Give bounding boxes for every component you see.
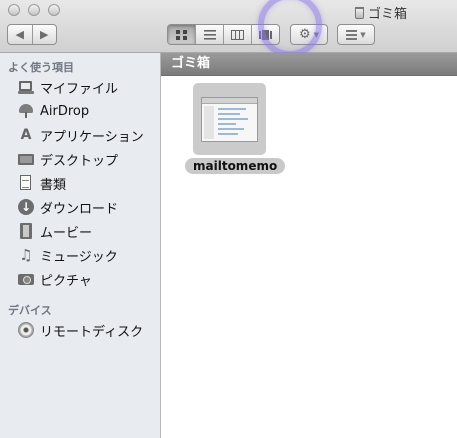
- window-toolbar: ゴミ箱 ◀ ▶ ⚙ ▼ ▼: [0, 0, 457, 57]
- close-window-button[interactable]: [8, 4, 20, 16]
- sidebar-item-desktop[interactable]: デスクトップ: [18, 148, 118, 170]
- movies-icon: [18, 223, 34, 239]
- applications-icon: A: [20, 127, 32, 143]
- sidebar-item-label: ムービー: [40, 225, 93, 241]
- airdrop-icon: [18, 103, 34, 119]
- arrange-menu-face: ▼: [338, 25, 374, 44]
- file-selection-highlight: [192, 83, 266, 155]
- file-browser-pane: ゴミ箱 mailtomemo: [161, 53, 457, 438]
- sidebar-item-label: 書類: [40, 177, 67, 193]
- click-highlight-indicator: [258, 0, 322, 57]
- sidebar-item-my-files[interactable]: マイファイル: [18, 76, 118, 98]
- documents-icon: [18, 175, 34, 191]
- file-thumbnail: [200, 96, 258, 142]
- folder-title-bar: ゴミ箱: [161, 53, 457, 76]
- columns-icon: [231, 29, 244, 40]
- back-arrow-icon: ◀: [15, 28, 24, 41]
- desktop-icon: [18, 151, 34, 167]
- trash-icon: [355, 6, 364, 19]
- list-icon: [203, 29, 216, 40]
- forward-arrow-icon: ▶: [40, 28, 49, 41]
- devices-header: デバイス: [8, 304, 52, 317]
- sidebar-item-remote-disc[interactable]: リモートディスク: [18, 319, 143, 341]
- sidebar-item-label: リモートディスク: [40, 324, 144, 340]
- column-view-button[interactable]: [223, 25, 251, 44]
- favorites-header: よく使う項目: [8, 61, 74, 74]
- list-view-button[interactable]: [195, 25, 223, 44]
- arrange-grid-icon: [346, 29, 358, 40]
- chevron-down-icon: ▼: [360, 30, 366, 39]
- zoom-window-button[interactable]: [48, 4, 60, 16]
- sidebar-item-label: マイファイル: [40, 81, 119, 97]
- sidebar-item-label: ミュージック: [40, 249, 118, 265]
- minimize-window-button[interactable]: [28, 4, 40, 16]
- sidebar-item-label: デスクトップ: [40, 153, 119, 169]
- sidebar-item-movies[interactable]: ムービー: [18, 220, 92, 242]
- sidebar-item-label: AirDrop: [40, 103, 90, 119]
- sidebar: よく使う項目 マイファイル AirDrop A アプリケーション デスクトップ …: [0, 53, 161, 438]
- sidebar-item-label: アプリケーション: [40, 129, 144, 145]
- sidebar-item-music[interactable]: ♫ ミュージック: [18, 244, 118, 266]
- sidebar-item-label: ピクチャ: [40, 273, 92, 289]
- sidebar-item-label: ダウンロード: [40, 201, 119, 217]
- sidebar-item-downloads[interactable]: ダウンロード: [18, 196, 118, 218]
- icon-grid-icon: [175, 29, 187, 40]
- remote-disc-icon: [18, 322, 34, 338]
- pictures-icon: [18, 271, 34, 287]
- sidebar-item-airdrop[interactable]: AirDrop: [18, 100, 89, 122]
- sidebar-item-applications[interactable]: A アプリケーション: [18, 124, 144, 146]
- forward-button[interactable]: ▶: [31, 25, 57, 44]
- arrange-menu-button[interactable]: ▼: [337, 24, 375, 45]
- icon-view-button[interactable]: [168, 25, 195, 44]
- window-title-text: ゴミ箱: [368, 7, 408, 22]
- back-button[interactable]: ◀: [8, 25, 32, 44]
- window-title: ゴミ箱: [355, 3, 407, 22]
- back-forward-control: ◀ ▶: [7, 24, 57, 45]
- music-icon: ♫: [19, 246, 33, 264]
- sidebar-item-documents[interactable]: 書類: [18, 172, 66, 194]
- file-item[interactable]: mailtomemo: [185, 83, 286, 174]
- sidebar-item-pictures[interactable]: ピクチャ: [18, 268, 92, 290]
- file-name-label: mailtomemo: [185, 158, 286, 174]
- downloads-icon: [18, 199, 34, 215]
- all-my-files-icon: [18, 79, 34, 95]
